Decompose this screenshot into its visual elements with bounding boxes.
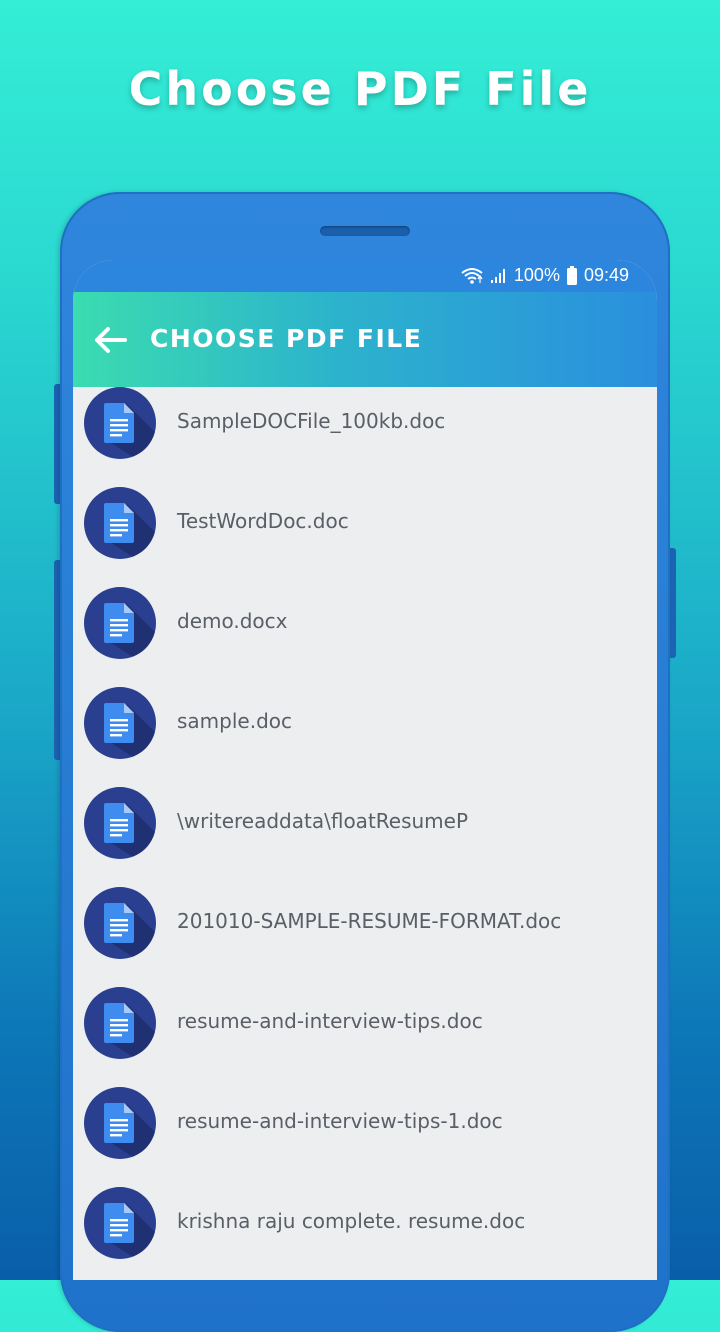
status-bar: 100% 09:49 bbox=[73, 260, 657, 292]
file-avatar bbox=[84, 987, 156, 1059]
status-time: 09:49 bbox=[583, 265, 629, 285]
arrow-left-icon bbox=[95, 327, 127, 353]
file-avatar bbox=[84, 887, 156, 959]
document-icon bbox=[104, 403, 156, 459]
file-name: resume-and-interview-tips-1.doc bbox=[177, 1109, 503, 1133]
file-list-item[interactable]: 201010-SAMPLE-RESUME-FORMAT.doc bbox=[73, 887, 657, 987]
file-list-item[interactable]: \writereaddata\floatResumeP bbox=[73, 787, 657, 887]
wifi-icon bbox=[460, 267, 484, 285]
file-name: demo.docx bbox=[177, 609, 288, 633]
file-list-item[interactable]: TestWordDoc.doc bbox=[73, 487, 657, 587]
file-avatar bbox=[84, 1187, 156, 1259]
app-bar: CHOOSE PDF FILE bbox=[73, 292, 657, 387]
page-headline: Choose PDF File bbox=[128, 62, 592, 116]
file-list-item[interactable]: resume-and-interview-tips-1.doc bbox=[73, 1087, 657, 1187]
file-list-item[interactable]: sample.doc bbox=[73, 687, 657, 787]
document-icon bbox=[104, 1103, 156, 1159]
signal-icon bbox=[490, 268, 508, 284]
file-list-item[interactable]: SampleDOCFile_100kb.doc bbox=[73, 387, 657, 487]
file-name: resume-and-interview-tips.doc bbox=[177, 1009, 483, 1033]
battery-percentage: 100% bbox=[513, 265, 560, 285]
file-name: SampleDOCFile_100kb.doc bbox=[177, 409, 446, 433]
file-name: TestWordDoc.doc bbox=[177, 509, 349, 533]
file-name: sample.doc bbox=[177, 709, 292, 733]
file-avatar bbox=[84, 387, 156, 459]
file-name: krishna raju complete. resume.doc bbox=[177, 1209, 526, 1233]
document-icon bbox=[104, 1003, 156, 1059]
file-avatar bbox=[84, 1087, 156, 1159]
file-avatar bbox=[84, 787, 156, 859]
file-avatar bbox=[84, 687, 156, 759]
document-icon bbox=[104, 1203, 156, 1259]
file-list-item[interactable]: demo.docx bbox=[73, 587, 657, 687]
document-icon bbox=[104, 903, 156, 959]
app-bar-title: CHOOSE PDF FILE bbox=[150, 324, 423, 353]
document-icon bbox=[104, 803, 156, 859]
file-list-item[interactable]: krishna raju complete. resume.doc bbox=[73, 1187, 657, 1280]
document-icon bbox=[104, 603, 156, 659]
back-button[interactable] bbox=[91, 322, 131, 358]
document-icon bbox=[104, 703, 156, 759]
battery-icon bbox=[566, 265, 578, 286]
file-name: 201010-SAMPLE-RESUME-FORMAT.doc bbox=[177, 909, 562, 933]
phone-speaker bbox=[320, 226, 410, 236]
file-avatar bbox=[84, 587, 156, 659]
file-name: \writereaddata\floatResumeP bbox=[177, 809, 469, 833]
file-list-item[interactable]: resume-and-interview-tips.doc bbox=[73, 987, 657, 1087]
phone-screen: 100% 09:49 CHOOSE PDF FILE SampleDOCFile… bbox=[73, 260, 657, 1280]
file-avatar bbox=[84, 487, 156, 559]
file-list: SampleDOCFile_100kb.doc TestWordDoc.doc bbox=[73, 387, 657, 1280]
document-icon bbox=[104, 503, 156, 559]
